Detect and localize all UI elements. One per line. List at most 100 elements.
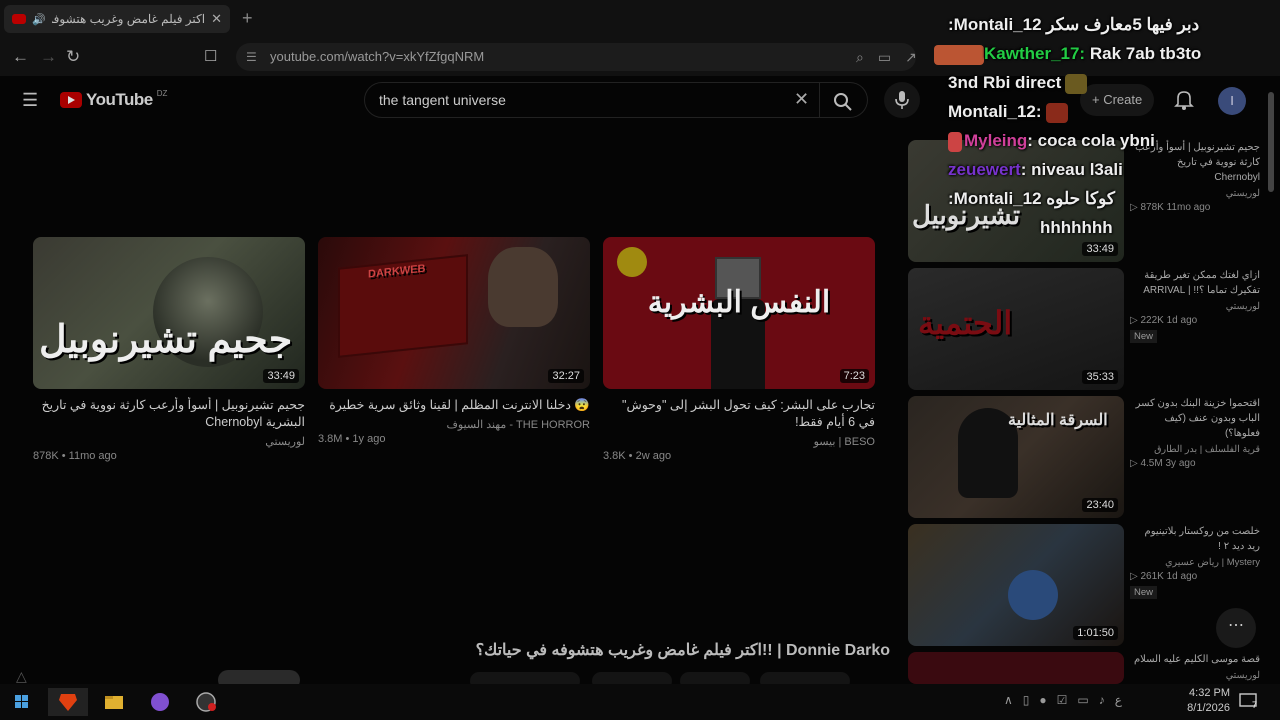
emote-icons <box>934 44 984 65</box>
sidebar-video-info[interactable]: خلصت من روكستار بلاتينيوم ريد ديد ٢ ! My… <box>1130 524 1260 600</box>
share-icon[interactable]: ↗ <box>905 49 917 66</box>
sidebar-thumbnail[interactable]: 1:01:50 <box>908 524 1124 646</box>
radiation-icon <box>617 247 647 277</box>
brave-browser-icon[interactable] <box>48 688 88 716</box>
screen-graphic: DARKWEB <box>338 254 468 358</box>
tab-close-icon[interactable]: ✕ <box>211 11 222 27</box>
microphone-icon <box>895 91 909 109</box>
search-icon <box>834 93 852 111</box>
youtube-logo[interactable]: YouTube DZ <box>60 88 168 110</box>
display-icon[interactable]: ▭ <box>1077 693 1088 707</box>
video-meta: 878K • 11mo ago <box>33 450 117 462</box>
emote-icon <box>1045 102 1068 123</box>
video-thumbnail[interactable]: جحيم تشيرنوبيل 33:49 <box>33 237 305 389</box>
chat-text: 3nd Rbi direct <box>948 73 1062 92</box>
sidebar-video-title[interactable]: اقتحموا خزينة البنك بدون كسر الباب وبدون… <box>1130 396 1260 441</box>
clear-search-icon[interactable]: ✕ <box>794 89 809 110</box>
voice-search-button[interactable] <box>884 82 920 118</box>
speaker-icon[interactable]: 🔊 <box>32 13 46 26</box>
chat-message: Montali_12: <box>948 97 1278 126</box>
youtube-wordmark: YouTube <box>86 90 153 109</box>
file-explorer-icon[interactable] <box>94 688 134 716</box>
back-arrow-icon[interactable]: ← <box>12 47 29 67</box>
chat-username: Kawther_17: <box>984 44 1086 63</box>
video-meta: 3.8K • 2w ago <box>603 450 672 462</box>
sidebar-channel-name[interactable]: قرية الفلسلف | بدر الطارق <box>1130 444 1260 455</box>
cast-icon[interactable]: ▭ <box>878 49 891 66</box>
channel-avatar-icon[interactable]: △ <box>16 668 27 685</box>
channel-name[interactable]: BESO | بيسو <box>603 435 875 448</box>
chat-username: zeuewert <box>948 160 1021 179</box>
zoom-icon[interactable]: ⌕ <box>856 49 864 66</box>
video-duration: 33:49 <box>263 369 299 383</box>
sidebar-thumbnail[interactable]: الحتمية 35:33 <box>908 268 1124 390</box>
thumbnail-text: الحتمية <box>918 305 1013 341</box>
clock-date: 8/1/2026 <box>1187 702 1230 714</box>
new-tab-button[interactable]: + <box>242 8 253 29</box>
volume-icon[interactable]: ♪ <box>1099 693 1105 707</box>
screen: 🔊 اكتر فيلم غامض وغريب هتشوفه ✕ + ← → ↻ … <box>0 0 1280 720</box>
url-text: youtube.com/watch?v=xkYfZfgqNRM <box>270 49 485 64</box>
browser-tab[interactable]: 🔊 اكتر فيلم غامض وغريب هتشوفه ✕ <box>4 5 230 33</box>
obs-icon[interactable] <box>186 688 226 716</box>
youtube-play-icon <box>60 92 82 108</box>
chat-app-icon[interactable] <box>140 688 180 716</box>
url-field[interactable]: ☰ youtube.com/watch?v=xkYfZfgqNRM <box>236 43 916 71</box>
country-code: DZ <box>156 88 168 98</box>
chat-text: : coca cola ybni <box>1027 131 1155 150</box>
sidebar-video-title[interactable]: ازاي لغتك ممكن تغير طريقة تفكيرك تماما ؟… <box>1130 268 1260 298</box>
sidebar-video-info[interactable]: قصة موسى الكليم عليه السلام لوريستي <box>1130 652 1260 681</box>
sidebar-thumbnail[interactable] <box>908 652 1124 684</box>
video-thumbnail[interactable]: النفس البشرية 7:23 <box>603 237 875 389</box>
windows-start-icon[interactable] <box>2 688 42 716</box>
sidebar-video-info[interactable]: اقتحموا خزينة البنك بدون كسر الباب وبدون… <box>1130 396 1260 469</box>
video-title[interactable]: تجارب على البشر: كيف تحول البشر إلى "وحو… <box>603 397 875 431</box>
video-card[interactable]: جحيم تشيرنوبيل 33:49 جحيم تشيرنوبيل | أس… <box>33 237 305 462</box>
channel-name[interactable]: لوريستي <box>33 435 305 448</box>
sidebar-video-meta: ▷ 4.5M 3y ago <box>1130 458 1196 469</box>
video-duration: 7:23 <box>839 369 869 383</box>
sidebar-channel-name[interactable]: لوريستي <box>1130 301 1260 312</box>
microphone-tray-icon[interactable]: ● <box>1039 693 1046 707</box>
security-icon[interactable]: ☑ <box>1057 693 1068 707</box>
thumbnail-text: جحيم تشيرنوبيل <box>39 319 293 361</box>
channel-name[interactable]: THE HORROR - مهند السيوف <box>318 418 590 431</box>
video-duration: 23:40 <box>1082 498 1118 512</box>
forward-arrow-icon[interactable]: → <box>40 47 57 67</box>
sidebar-channel-name[interactable]: Mystery | رياض عسيري <box>1130 557 1260 568</box>
sidebar-video-title[interactable]: خلصت من روكستار بلاتينيوم ريد ديد ٢ ! <box>1130 524 1260 554</box>
person-figure <box>488 247 558 327</box>
video-card[interactable]: DARKWEB 32:27 😨 دخلنا الانترنت المظلم | … <box>318 237 590 445</box>
notification-count: 7 <box>1252 700 1258 710</box>
search-input[interactable]: the tangent universe <box>364 82 820 118</box>
video-title[interactable]: جحيم تشيرنوبيل | أسوأ وأرعب كارثة نووية … <box>33 397 305 431</box>
chat-username: Montali_12: <box>948 102 1042 121</box>
more-options-button[interactable]: ⋯ <box>1216 608 1256 648</box>
language-indicator[interactable]: ع <box>1115 693 1122 707</box>
taskbar-clock[interactable]: 4:32 PM 8/1/2026 <box>1170 686 1230 716</box>
chevron-up-icon[interactable]: ∧ <box>1004 693 1013 707</box>
sidebar-thumbnail[interactable]: السرقة المثالية 23:40 <box>908 396 1124 518</box>
chat-text: : niveau l3ali <box>1020 160 1123 179</box>
site-info-icon[interactable]: ☰ <box>246 43 257 71</box>
sidebar-video-title[interactable]: قصة موسى الكليم عليه السلام <box>1130 652 1260 667</box>
chat-text: Rak 7ab tb3to <box>1089 44 1202 63</box>
thumbnail-text: السرقة المثالية <box>1008 412 1108 429</box>
video-title[interactable]: 😨 دخلنا الانترنت المظلم | لقينا وثائق سر… <box>318 397 590 414</box>
bookmark-icon[interactable]: ☐ <box>204 47 217 65</box>
video-card[interactable]: النفس البشرية 7:23 تجارب على البشر: كيف … <box>603 237 875 462</box>
notification-center-button[interactable]: 7 <box>1238 692 1260 710</box>
network-icon[interactable]: ▯ <box>1023 693 1030 707</box>
tab-title: اكتر فيلم غامض وغريب هتشوفه <box>51 12 206 26</box>
chat-message: Myleing: coca cola ybni <box>948 126 1278 155</box>
hamburger-menu-icon[interactable]: ☰ <box>22 90 38 111</box>
sidebar-video-info[interactable]: ازاي لغتك ممكن تغير طريقة تفكيرك تماما ؟… <box>1130 268 1260 344</box>
clock-time: 4:32 PM <box>1189 687 1230 699</box>
sidebar-channel-name[interactable]: لوريستي <box>1130 670 1260 681</box>
now-playing-title: Donnie Darko | !!اكتر فيلم غامض وغريب هت… <box>475 642 890 659</box>
reload-icon[interactable]: ↻ <box>66 47 80 67</box>
video-thumbnail[interactable]: DARKWEB 32:27 <box>318 237 590 389</box>
new-badge: New <box>1130 586 1158 599</box>
playstation-trophy-icon <box>1008 570 1058 620</box>
search-button[interactable] <box>820 82 868 118</box>
